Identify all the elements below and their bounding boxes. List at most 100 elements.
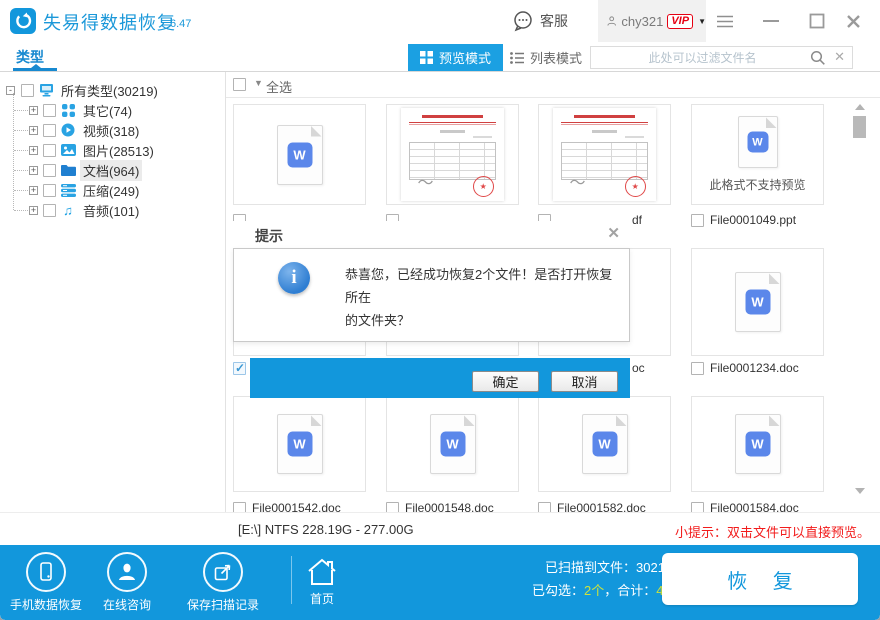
- expand-expander[interactable]: +: [29, 125, 38, 135]
- expand-expander[interactable]: +: [29, 185, 38, 195]
- search-input[interactable]: [595, 47, 810, 68]
- preview-mode-button[interactable]: 预览模式: [408, 44, 504, 71]
- maximize-button[interactable]: [804, 10, 830, 32]
- phone-recovery-label: 手机数据恢复: [10, 598, 83, 612]
- tree-item-audio[interactable]: + ♫ 音频(101): [0, 200, 226, 220]
- close-button[interactable]: [840, 10, 866, 32]
- file-tile[interactable]: W: [386, 396, 519, 492]
- unsupported-preview-label: 此格式不支持预览: [709, 178, 806, 192]
- file-checkbox[interactable]: [233, 501, 246, 512]
- dialog-close-icon[interactable]: ✕: [607, 224, 620, 242]
- recover-button[interactable]: 恢 复: [662, 553, 858, 605]
- file-checkbox[interactable]: [386, 501, 399, 512]
- online-consult-button[interactable]: 在线咨询: [103, 552, 151, 613]
- file-checkbox-checked[interactable]: ✓: [233, 361, 246, 375]
- file-tile[interactable]: 〜 ★: [538, 104, 671, 205]
- signature-mark: 〜: [569, 175, 586, 192]
- search-clear-icon[interactable]: ✕: [834, 49, 845, 65]
- file-tile[interactable]: 〜 ★: [386, 104, 519, 205]
- file-checkbox[interactable]: [691, 361, 704, 375]
- expand-expander[interactable]: +: [29, 165, 38, 175]
- dialog-title: 提示: [255, 228, 283, 244]
- support-label: 客服: [540, 13, 568, 29]
- file-name-row: File0001234.doc: [691, 360, 799, 376]
- tab-active-indicator: [13, 64, 57, 71]
- word-file-icon: W: [734, 414, 781, 474]
- word-file-icon: W: [276, 124, 323, 185]
- file-checkbox[interactable]: [691, 501, 704, 512]
- title-bar: 失易得数据恢复 6.47 客服 chy321 VIP ▼: [0, 0, 880, 42]
- select-all-label[interactable]: 全选: [266, 77, 292, 96]
- tree-item-all-types[interactable]: - 所有类型(30219): [0, 80, 226, 100]
- hamburger-icon: [717, 15, 733, 27]
- scrollbar-down-icon[interactable]: [855, 488, 865, 494]
- select-all-dropdown-icon[interactable]: ▼: [254, 78, 263, 88]
- checkbox[interactable]: [21, 83, 34, 97]
- file-name-row: File0001582.doc: [538, 500, 646, 512]
- phone-recovery-button[interactable]: 手机数据恢复: [10, 552, 82, 613]
- select-all-checkbox[interactable]: [233, 78, 246, 91]
- file-name-row: ✓: [233, 360, 246, 376]
- home-icon: [308, 558, 336, 585]
- tree-item-document[interactable]: + 文档(964): [0, 159, 226, 181]
- user-account-button[interactable]: chy321 VIP ▼: [598, 0, 706, 42]
- scrollbar-thumb[interactable]: [853, 116, 866, 138]
- cancel-button[interactable]: 取消: [551, 371, 618, 392]
- computer-icon: [38, 83, 54, 97]
- scrollbar-up-icon[interactable]: [855, 104, 865, 110]
- tree-item-other[interactable]: + 其它(74): [0, 100, 226, 120]
- document-preview-thumbnail: 〜 ★: [401, 108, 504, 201]
- vip-badge: VIP: [667, 13, 694, 29]
- archive-icon: [60, 183, 76, 197]
- save-scan-record-button[interactable]: 保存扫描记录: [187, 552, 259, 613]
- home-button[interactable]: 首页: [305, 557, 339, 607]
- tree-item-video[interactable]: + 视频(318): [0, 120, 226, 140]
- file-checkbox[interactable]: [691, 213, 704, 227]
- support-button[interactable]: 客服: [512, 9, 568, 33]
- minimize-button[interactable]: [758, 10, 784, 32]
- ok-button[interactable]: 确定: [472, 371, 539, 392]
- file-tile[interactable]: W: [691, 396, 824, 492]
- export-icon: [214, 564, 231, 581]
- caret-down-icon[interactable]: ▼: [698, 17, 706, 26]
- document-preview-thumbnail: 〜 ★: [553, 108, 656, 201]
- file-tile[interactable]: W: [233, 396, 366, 492]
- file-name: File0001542.doc: [252, 501, 341, 512]
- tip-text: 小提示：双击文件可以直接预览。: [674, 525, 870, 540]
- file-tile[interactable]: W 此格式不支持预览: [691, 104, 824, 205]
- search-box: ✕: [590, 46, 853, 69]
- checkbox[interactable]: [43, 143, 56, 157]
- tree-item-label: 所有类型(30219): [61, 83, 158, 99]
- checkbox[interactable]: [43, 103, 56, 117]
- search-icon[interactable]: [810, 50, 826, 66]
- file-name: df: [632, 213, 643, 227]
- selected-count: 2个: [584, 583, 605, 598]
- menu-button[interactable]: [712, 10, 738, 32]
- file-tile[interactable]: W: [233, 104, 366, 205]
- save-scan-record-label: 保存扫描记录: [187, 598, 260, 612]
- tree-item-archive[interactable]: + 压缩(249): [0, 180, 226, 200]
- app-logo-icon: [10, 8, 36, 34]
- drive-info: [E:\] NTFS 228.19G - 277.00G: [238, 522, 414, 537]
- checkbox[interactable]: [43, 123, 56, 137]
- checkbox[interactable]: [43, 203, 56, 217]
- checkbox[interactable]: [43, 183, 56, 197]
- red-stamp-icon: ★: [624, 176, 646, 197]
- checkbox[interactable]: [43, 163, 56, 177]
- expand-expander[interactable]: +: [29, 145, 38, 155]
- username: chy321: [621, 13, 664, 29]
- list-mode-button[interactable]: 列表模式: [498, 44, 594, 71]
- file-checkbox[interactable]: [538, 501, 551, 512]
- expand-expander[interactable]: +: [29, 105, 38, 115]
- chat-bubble-icon: [514, 11, 532, 32]
- file-tile[interactable]: W: [538, 396, 671, 492]
- expand-expander[interactable]: +: [29, 205, 38, 215]
- file-tile[interactable]: W: [691, 248, 824, 356]
- tree-item-label: 图片(28513): [83, 143, 154, 159]
- file-name-row: File0001584.doc: [691, 500, 799, 512]
- video-icon: [60, 123, 76, 137]
- tree-item-image[interactable]: + 图片(28513): [0, 140, 226, 160]
- file-name: File0001234.doc: [710, 361, 799, 375]
- grid-view-icon: [420, 51, 433, 64]
- select-all-row: ▼ 全选: [226, 72, 880, 98]
